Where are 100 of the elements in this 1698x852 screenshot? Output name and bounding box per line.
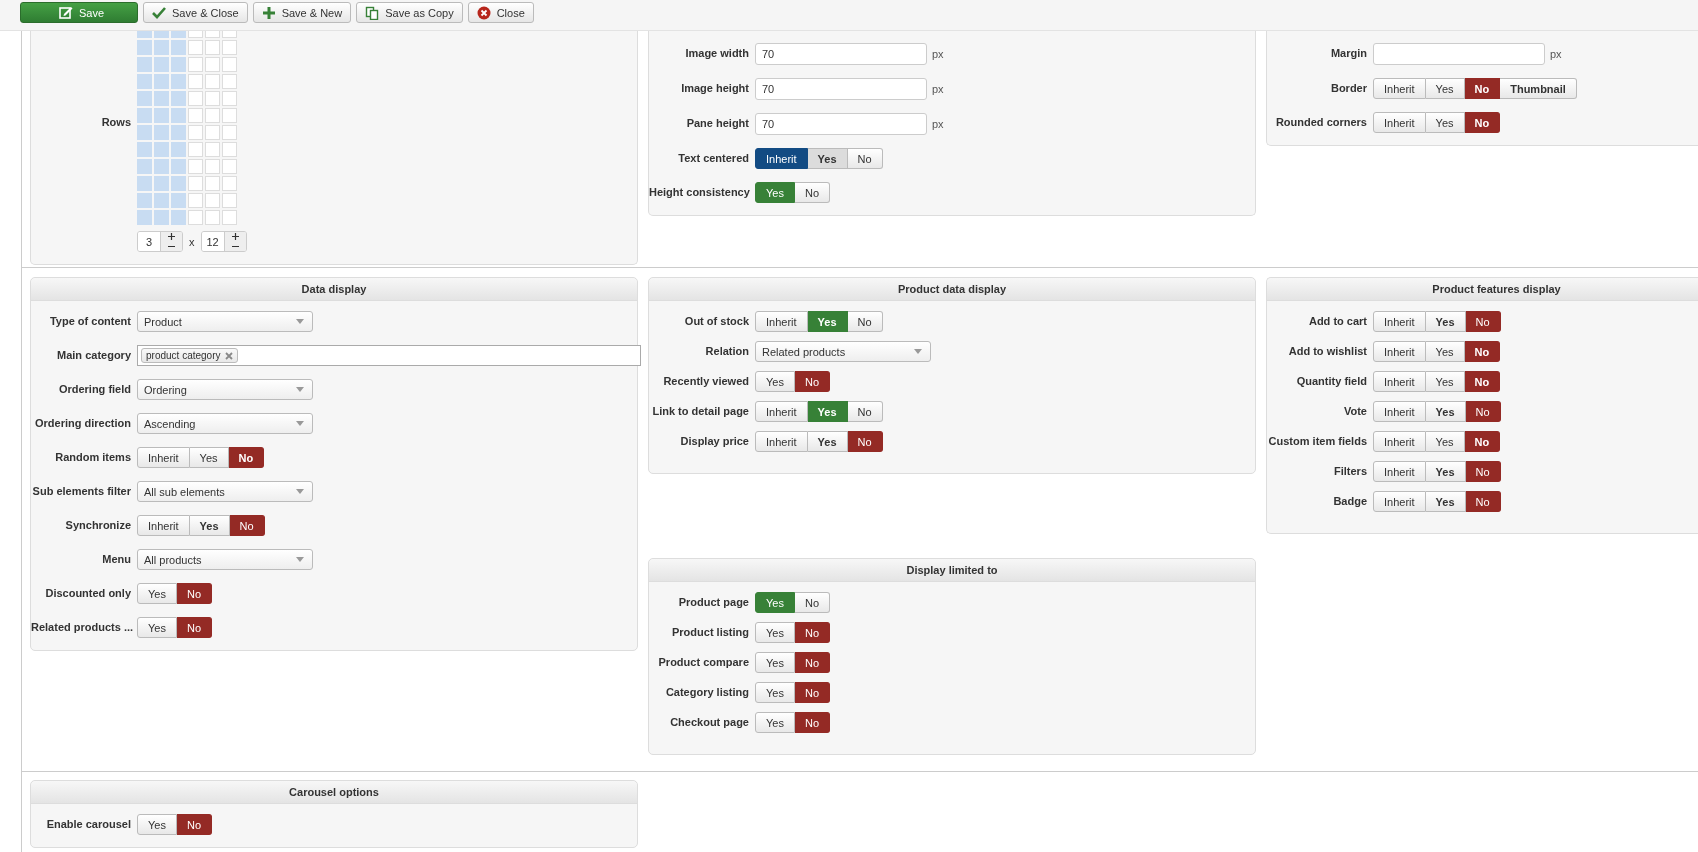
save-button[interactable]: Save: [20, 2, 138, 23]
toggle-option[interactable]: Inherit: [755, 311, 808, 332]
toggle-option[interactable]: Yes: [1425, 341, 1465, 362]
grid-cell[interactable]: [154, 57, 169, 72]
grid-cell[interactable]: [137, 193, 152, 208]
grid-cell[interactable]: [137, 74, 152, 89]
grid-cell[interactable]: [171, 159, 186, 174]
toggle-option[interactable]: Yes: [1425, 311, 1466, 332]
tag-input-field[interactable]: product category: [137, 345, 641, 366]
select-field[interactable]: All products: [137, 549, 313, 570]
grid-cell[interactable]: [171, 91, 186, 106]
grid-cell[interactable]: [205, 74, 220, 89]
toggle-option[interactable]: No: [1464, 112, 1501, 133]
toggle-option[interactable]: No: [794, 652, 830, 673]
grid-cell[interactable]: [154, 108, 169, 123]
grid-cell[interactable]: [205, 125, 220, 140]
grid-cell[interactable]: [171, 193, 186, 208]
toggle-option[interactable]: No: [1464, 78, 1501, 99]
grid-cell[interactable]: [154, 142, 169, 157]
input-field[interactable]: 70: [755, 43, 927, 65]
select-field[interactable]: Ordering: [137, 379, 313, 400]
toggle-option[interactable]: No: [847, 431, 883, 452]
grid-cell[interactable]: [171, 176, 186, 191]
save-copy-button[interactable]: Save as Copy: [356, 2, 463, 23]
grid-cell[interactable]: [188, 74, 203, 89]
select-field[interactable]: Related products: [755, 341, 931, 362]
toggle-option[interactable]: Inherit: [137, 515, 190, 536]
grid-cell[interactable]: [137, 57, 152, 72]
grid-cell[interactable]: [188, 142, 203, 157]
input-field[interactable]: 70: [755, 113, 927, 135]
toggle-option[interactable]: No: [794, 712, 830, 733]
tag-chip[interactable]: product category: [141, 348, 238, 363]
toggle-option[interactable]: Yes: [1425, 431, 1465, 452]
input-field[interactable]: [1373, 43, 1545, 65]
grid-cell[interactable]: [137, 125, 152, 140]
toggle-option[interactable]: Yes: [137, 583, 177, 604]
grid-cell[interactable]: [188, 40, 203, 55]
toggle-option[interactable]: No: [1465, 491, 1501, 512]
toggle-option[interactable]: No: [176, 583, 212, 604]
grid-cell[interactable]: [137, 176, 152, 191]
grid-cell[interactable]: [137, 142, 152, 157]
toggle-option[interactable]: Yes: [807, 431, 848, 452]
toggle-option[interactable]: Thumbnail: [1500, 78, 1577, 99]
grid-cell[interactable]: [205, 40, 220, 55]
toggle-option[interactable]: No: [1464, 371, 1501, 392]
toggle-option[interactable]: No: [794, 371, 830, 392]
toggle-option[interactable]: Inherit: [755, 148, 808, 169]
grid-cell[interactable]: [154, 74, 169, 89]
grid-cell[interactable]: [154, 91, 169, 106]
toggle-option[interactable]: No: [794, 622, 830, 643]
toggle-option[interactable]: Yes: [1425, 112, 1465, 133]
grid-cell[interactable]: [205, 142, 220, 157]
toggle-option[interactable]: Yes: [755, 712, 795, 733]
toggle-option[interactable]: Inherit: [1373, 401, 1426, 422]
grid-cell[interactable]: [137, 91, 152, 106]
toggle-option[interactable]: Yes: [807, 311, 848, 332]
grid-cell[interactable]: [171, 108, 186, 123]
grid-cell[interactable]: [205, 193, 220, 208]
grid-cell[interactable]: [222, 142, 237, 157]
select-field[interactable]: Product: [137, 311, 313, 332]
toggle-option[interactable]: Inherit: [1373, 341, 1426, 362]
grid-cell[interactable]: [154, 125, 169, 140]
grid-cell[interactable]: [137, 210, 152, 225]
grid-cell[interactable]: [222, 176, 237, 191]
grid-cell[interactable]: [137, 108, 152, 123]
toggle-option[interactable]: No: [847, 401, 883, 422]
toggle-option[interactable]: Inherit: [1373, 78, 1426, 99]
toggle-option[interactable]: Yes: [755, 682, 795, 703]
grid-cell[interactable]: [205, 210, 220, 225]
toggle-option[interactable]: No: [176, 814, 212, 835]
grid-cell[interactable]: [222, 40, 237, 55]
toggle-option[interactable]: Inherit: [1373, 461, 1426, 482]
grid-cell[interactable]: [171, 210, 186, 225]
select-field[interactable]: All sub elements: [137, 481, 313, 502]
toggle-option[interactable]: Inherit: [1373, 371, 1426, 392]
grid-cell[interactable]: [222, 210, 237, 225]
toggle-option[interactable]: Inherit: [1373, 112, 1426, 133]
grid-cell[interactable]: [188, 125, 203, 140]
grid-cell[interactable]: [188, 57, 203, 72]
save-close-button[interactable]: Save & Close: [143, 2, 248, 23]
grid-cell[interactable]: [188, 108, 203, 123]
grid-cell[interactable]: [222, 125, 237, 140]
grid-cell[interactable]: [205, 176, 220, 191]
toggle-option[interactable]: No: [847, 311, 883, 332]
grid-cell[interactable]: [222, 57, 237, 72]
grid-cell[interactable]: [205, 108, 220, 123]
grid-cell[interactable]: [171, 74, 186, 89]
toggle-option[interactable]: No: [794, 592, 830, 613]
toggle-option[interactable]: No: [1464, 341, 1501, 362]
grid-cell[interactable]: [137, 159, 152, 174]
toggle-option[interactable]: Inherit: [1373, 311, 1426, 332]
grid-cell[interactable]: [154, 159, 169, 174]
toggle-option[interactable]: No: [176, 617, 212, 638]
toggle-option[interactable]: Yes: [755, 182, 795, 203]
grid-cell[interactable]: [154, 193, 169, 208]
toggle-option[interactable]: Inherit: [1373, 491, 1426, 512]
grid-cell[interactable]: [154, 40, 169, 55]
toggle-option[interactable]: Yes: [1425, 371, 1465, 392]
grid-cell[interactable]: [154, 176, 169, 191]
input-field[interactable]: 70: [755, 78, 927, 100]
